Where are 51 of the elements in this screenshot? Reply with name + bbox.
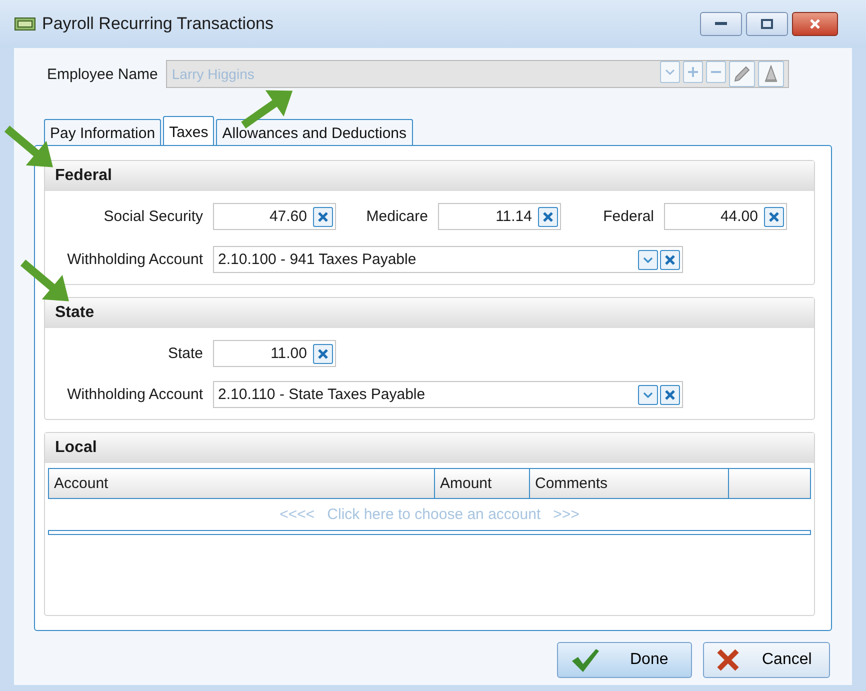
field-label: Employee Name — [47, 66, 158, 82]
column-header[interactable]: Amount — [435, 469, 530, 498]
account-dropdown[interactable]: 2.10.110 - State Taxes Payable — [213, 381, 683, 408]
close-icon — [664, 254, 676, 266]
close-icon — [664, 388, 676, 400]
column-header[interactable]: Comments — [530, 469, 729, 498]
section-header: State — [45, 298, 814, 328]
dropdown-button[interactable] — [638, 250, 658, 270]
tab[interactable]: Allowances and Deductions — [216, 119, 413, 145]
clear-button[interactable] — [660, 250, 680, 270]
tab[interactable]: Pay Information — [44, 119, 162, 145]
clear-button[interactable] — [538, 206, 558, 226]
close-icon — [542, 210, 554, 222]
field-label: State — [166, 345, 203, 362]
close-icon — [768, 210, 780, 222]
cone-icon — [764, 65, 778, 83]
amount-field[interactable]: 44.00 — [664, 203, 787, 230]
checkmark-icon — [570, 647, 600, 673]
cancel-button[interactable]: Cancel — [703, 642, 830, 678]
clear-button[interactable] — [660, 384, 680, 404]
close-button[interactable] — [792, 12, 838, 36]
minimize-icon — [715, 22, 727, 26]
pencil-icon — [732, 65, 751, 83]
close-icon — [809, 18, 821, 30]
dropdown-button[interactable] — [638, 384, 658, 404]
close-icon — [716, 648, 740, 672]
minimize-button[interactable] — [700, 12, 742, 36]
clear-button[interactable] — [764, 206, 784, 226]
done-button[interactable]: Done — [557, 642, 692, 678]
money-icon — [14, 16, 36, 32]
clear-button[interactable] — [313, 344, 333, 364]
window-title: Payroll Recurring Transactions — [42, 14, 274, 34]
column-header[interactable]: Account — [49, 469, 435, 498]
field-label: Withholding Account — [66, 251, 203, 268]
section-header: Local — [45, 433, 814, 463]
plus-icon — [686, 66, 699, 78]
field-label: Medicare — [365, 208, 428, 225]
maximize-icon — [761, 19, 773, 29]
amount-field[interactable]: 47.60 — [213, 203, 336, 230]
field-label: Withholding Account — [66, 386, 203, 403]
field-label: Social Security — [102, 208, 203, 225]
close-icon — [317, 348, 329, 360]
amount-field[interactable]: 11.14 — [438, 203, 561, 230]
section-header: Federal — [45, 161, 814, 191]
maximize-button[interactable] — [746, 12, 788, 36]
close-icon — [317, 210, 329, 222]
field-label: Federal — [602, 208, 654, 225]
tab[interactable]: Taxes — [163, 116, 214, 145]
clear-button[interactable] — [313, 206, 333, 226]
account-dropdown[interactable]: 2.10.100 - 941 Taxes Payable — [213, 246, 683, 273]
amount-field[interactable]: 11.00 — [213, 340, 336, 367]
